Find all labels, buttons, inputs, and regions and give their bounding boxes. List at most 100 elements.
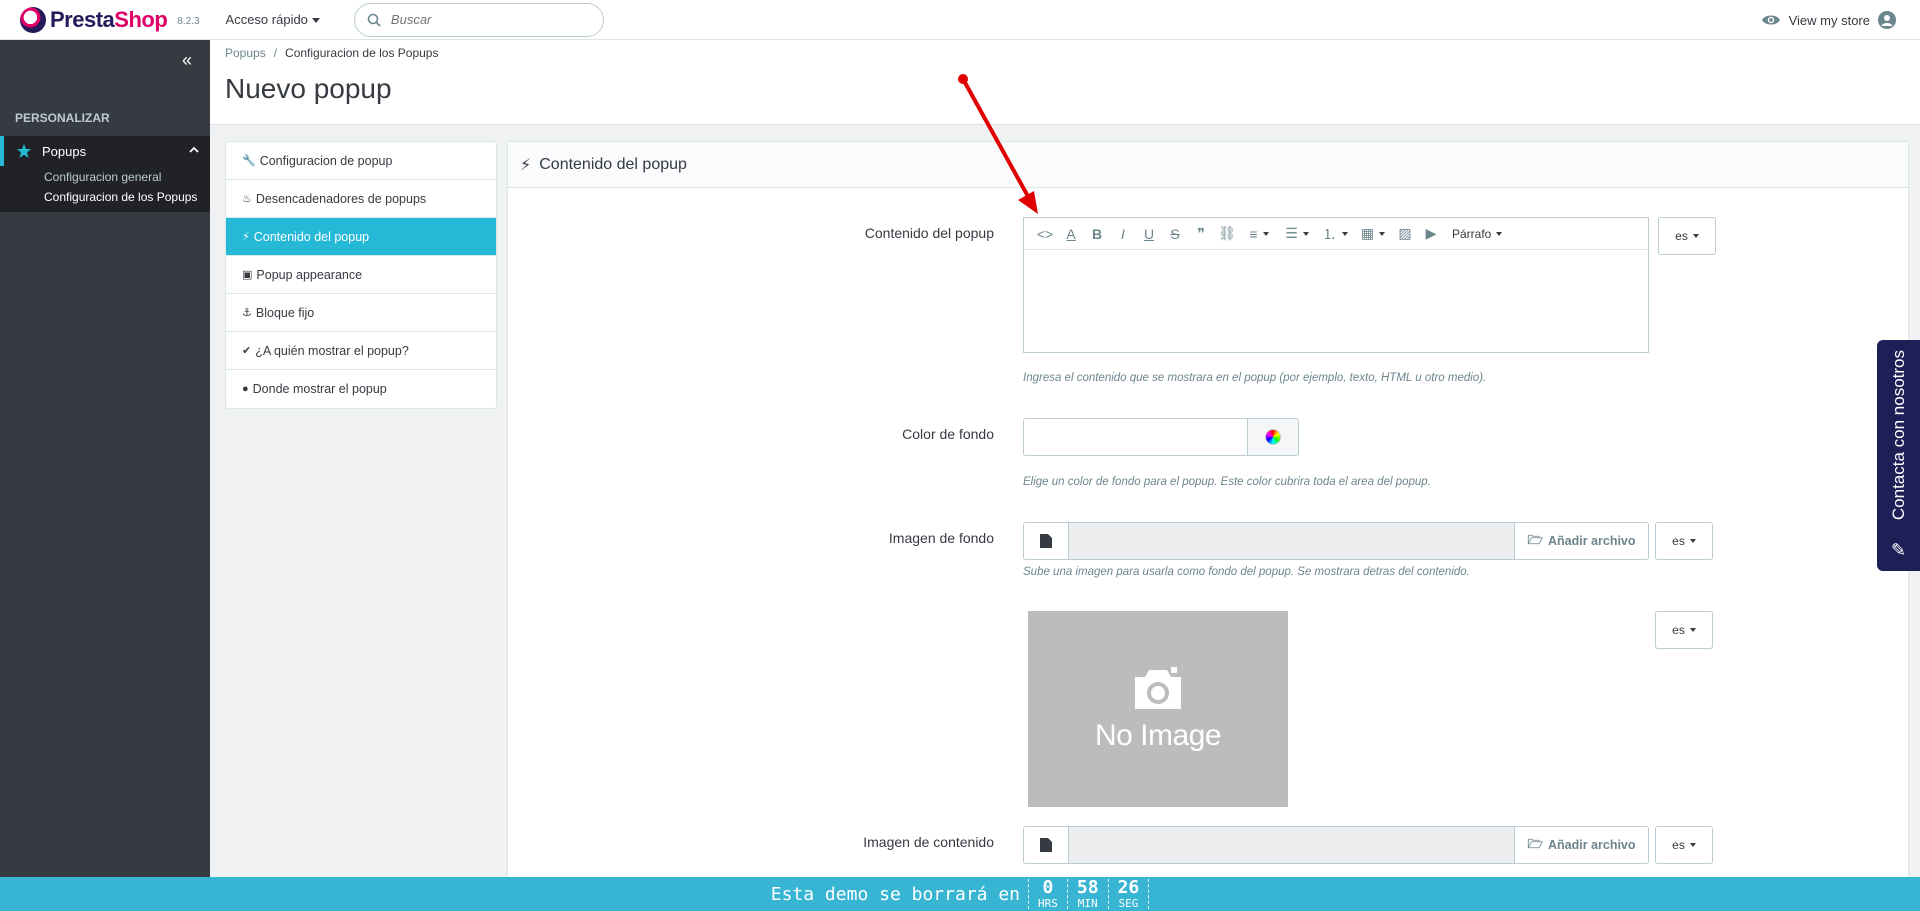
bold-icon[interactable]: B (1084, 223, 1110, 245)
picture-icon: ▣ (242, 269, 253, 281)
no-image-placeholder: No Image (1028, 611, 1288, 807)
bg-image-file-field[interactable] (1069, 522, 1514, 560)
magic-wand-icon: ⚡ (520, 156, 532, 174)
contact-us-label: Contacta con nosotros (1888, 350, 1908, 521)
text-color-icon[interactable]: A (1058, 223, 1084, 245)
content-image-file-group: 🗁 Añadir archivo (1023, 826, 1649, 864)
color-picker-button[interactable] (1247, 418, 1299, 456)
view-store-label: View my store (1788, 12, 1870, 28)
page-title: Nuevo popup (225, 73, 392, 104)
pencil-icon: ✎ (1890, 540, 1907, 560)
content-image-language-button[interactable]: es (1655, 826, 1713, 864)
demo-countdown-bar: Esta demo se borrará en 0 HRS 58 MIN 26 SEG (0, 877, 1920, 911)
form-tab-list: 🔧 Configuracion de popup ♨ Desencadenadore… (225, 141, 497, 409)
breadcrumb-separator: / (273, 46, 278, 60)
chevron-up-icon[interactable] (188, 144, 200, 156)
tab-bloque-fijo[interactable]: ⚓ Bloque fijo (226, 294, 496, 332)
collapse-sidebar-icon[interactable]: « (182, 50, 192, 71)
image-icon[interactable]: ▨ (1392, 223, 1418, 245)
numbered-list-icon[interactable]: ⒈ (1316, 223, 1354, 245)
strikethrough-icon[interactable]: S (1162, 223, 1188, 245)
search-box[interactable] (353, 2, 604, 37)
countdown-seconds: 26 SEG (1107, 879, 1150, 909)
version-label: 8.2.3 (177, 16, 200, 27)
check-icon: ✔ (242, 345, 252, 357)
bg-image-language-button[interactable]: es (1655, 522, 1713, 560)
user-account-icon[interactable] (1878, 11, 1896, 29)
sidebar-subitem-general-config[interactable]: Configuracion general (44, 170, 161, 184)
rich-text-editor[interactable]: <> A B I U S ❞ ⛓ ≡ ☰ ⒈ ▦ ▨ ▶ Párrafo (1023, 217, 1649, 353)
content-image-file-field[interactable] (1069, 826, 1514, 864)
sidebar: « PERSONALIZAR Popups Configuracion gene… (0, 40, 210, 911)
anchor-icon: ⚓ (242, 307, 252, 319)
tab-a-quien-mostrar[interactable]: ✔ ¿A quién mostrar el popup? (226, 332, 496, 370)
sidebar-subitem-popups-config[interactable]: Configuracion de los Popups (44, 190, 197, 204)
contact-us-tab[interactable]: Contacta con nosotros ✎ (1877, 340, 1920, 571)
globe-icon: ● (242, 383, 249, 395)
sidebar-item-label: Popups (42, 143, 87, 159)
breadcrumb-current: Configuracion de los Popups (285, 46, 439, 60)
top-header: PrestaShop 8.2.3 Acceso rápido View my s… (0, 0, 1920, 40)
camera-icon (1135, 667, 1181, 709)
bg-image-file-group: 🗁 Añadir archivo (1023, 522, 1649, 560)
prestashop-logo[interactable]: PrestaShop 8.2.3 (20, 6, 200, 33)
panel-header: ⚡ Contenido del popup (508, 142, 1908, 188)
bg-image-add-file-button[interactable]: 🗁 Añadir archivo (1514, 522, 1649, 560)
content-panel: ⚡ Contenido del popup Contenido del popu… (507, 141, 1909, 911)
bg-image-preview-language-button[interactable]: es (1655, 611, 1713, 649)
content-image-add-file-button[interactable]: 🗁 Añadir archivo (1514, 826, 1649, 864)
breadcrumb-parent[interactable]: Popups (225, 46, 266, 60)
bg-image-label: Imagen de fondo (888, 530, 994, 546)
editor-toolbar: <> A B I U S ❞ ⛓ ≡ ☰ ⒈ ▦ ▨ ▶ Párrafo (1024, 218, 1648, 250)
file-icon (1023, 826, 1069, 864)
align-left-icon[interactable]: ≡ (1240, 223, 1278, 245)
source-code-icon[interactable]: <> (1032, 223, 1058, 245)
bullet-list-icon[interactable]: ☰ (1278, 223, 1316, 245)
color-wheel-icon (1265, 429, 1281, 445)
demo-countdown-text: Esta demo se borrará en (770, 883, 1020, 905)
panel-title: Contenido del popup (539, 155, 687, 173)
prestashop-logo-icon (20, 6, 46, 33)
folder-open-icon: 🗁 (1527, 532, 1543, 547)
link-icon[interactable]: ⛓ (1214, 223, 1240, 245)
search-input[interactable] (390, 12, 581, 27)
magic-wand-icon: ⚡ (242, 231, 250, 243)
content-label: Contenido del popup (864, 225, 994, 241)
tab-contenido-popup[interactable]: ⚡ Contenido del popup (226, 218, 496, 256)
media-icon[interactable]: ▶ (1418, 223, 1444, 245)
sidebar-item-popups[interactable]: Popups (0, 136, 210, 166)
italic-icon[interactable]: I (1110, 223, 1136, 245)
logo-text: PrestaShop (50, 6, 168, 32)
underline-icon[interactable]: U (1136, 223, 1162, 245)
page-header: Popups / Configuracion de los Popups Nuevo… (210, 40, 1920, 125)
sidebar-submenu: Configuracion general Configuracion de l… (0, 166, 210, 212)
countdown-minutes: 58 MIN (1066, 879, 1108, 909)
wrench-icon: 🔧 (242, 155, 256, 167)
caret-down-icon (311, 18, 320, 24)
no-image-text: No Image (1094, 719, 1222, 752)
sidebar-section-title: PERSONALIZAR (15, 111, 110, 125)
star-icon (17, 144, 31, 158)
blockquote-icon[interactable]: ❞ (1188, 223, 1214, 245)
search-icon (367, 13, 381, 27)
format-dropdown[interactable]: Párrafo (1452, 227, 1503, 241)
folder-open-icon: 🗁 (1527, 836, 1543, 851)
bg-image-help-text: Sube una imagen para usarla como fondo d… (1023, 566, 1470, 578)
content-help-text: Ingresa el contenido que se mostrara en … (1023, 372, 1487, 384)
breadcrumb: Popups / Configuracion de los Popups (225, 46, 438, 60)
eye-icon (1761, 15, 1780, 25)
tab-popup-appearance[interactable]: ▣ Popup appearance (226, 256, 496, 294)
tab-configuracion-popup[interactable]: 🔧 Configuracion de popup (226, 142, 496, 180)
file-icon (1023, 522, 1069, 560)
tab-donde-mostrar[interactable]: ● Donde mostrar el popup (226, 370, 496, 408)
tab-desencadenadores[interactable]: ♨ Desencadenadores de popups (226, 180, 496, 218)
countdown-hours: 0 HRS (1028, 879, 1067, 909)
bg-color-help-text: Elige un color de fondo para el popup. E… (1023, 476, 1431, 488)
bg-color-input[interactable] (1023, 418, 1247, 456)
table-icon[interactable]: ▦ (1354, 223, 1392, 245)
content-image-label: Imagen de contenido (863, 834, 994, 850)
bg-color-label: Color de fondo (902, 426, 994, 442)
view-store-link[interactable]: View my store (1761, 0, 1896, 40)
quick-access-dropdown[interactable]: Acceso rápido (226, 12, 320, 27)
content-language-button[interactable]: es (1658, 217, 1716, 255)
